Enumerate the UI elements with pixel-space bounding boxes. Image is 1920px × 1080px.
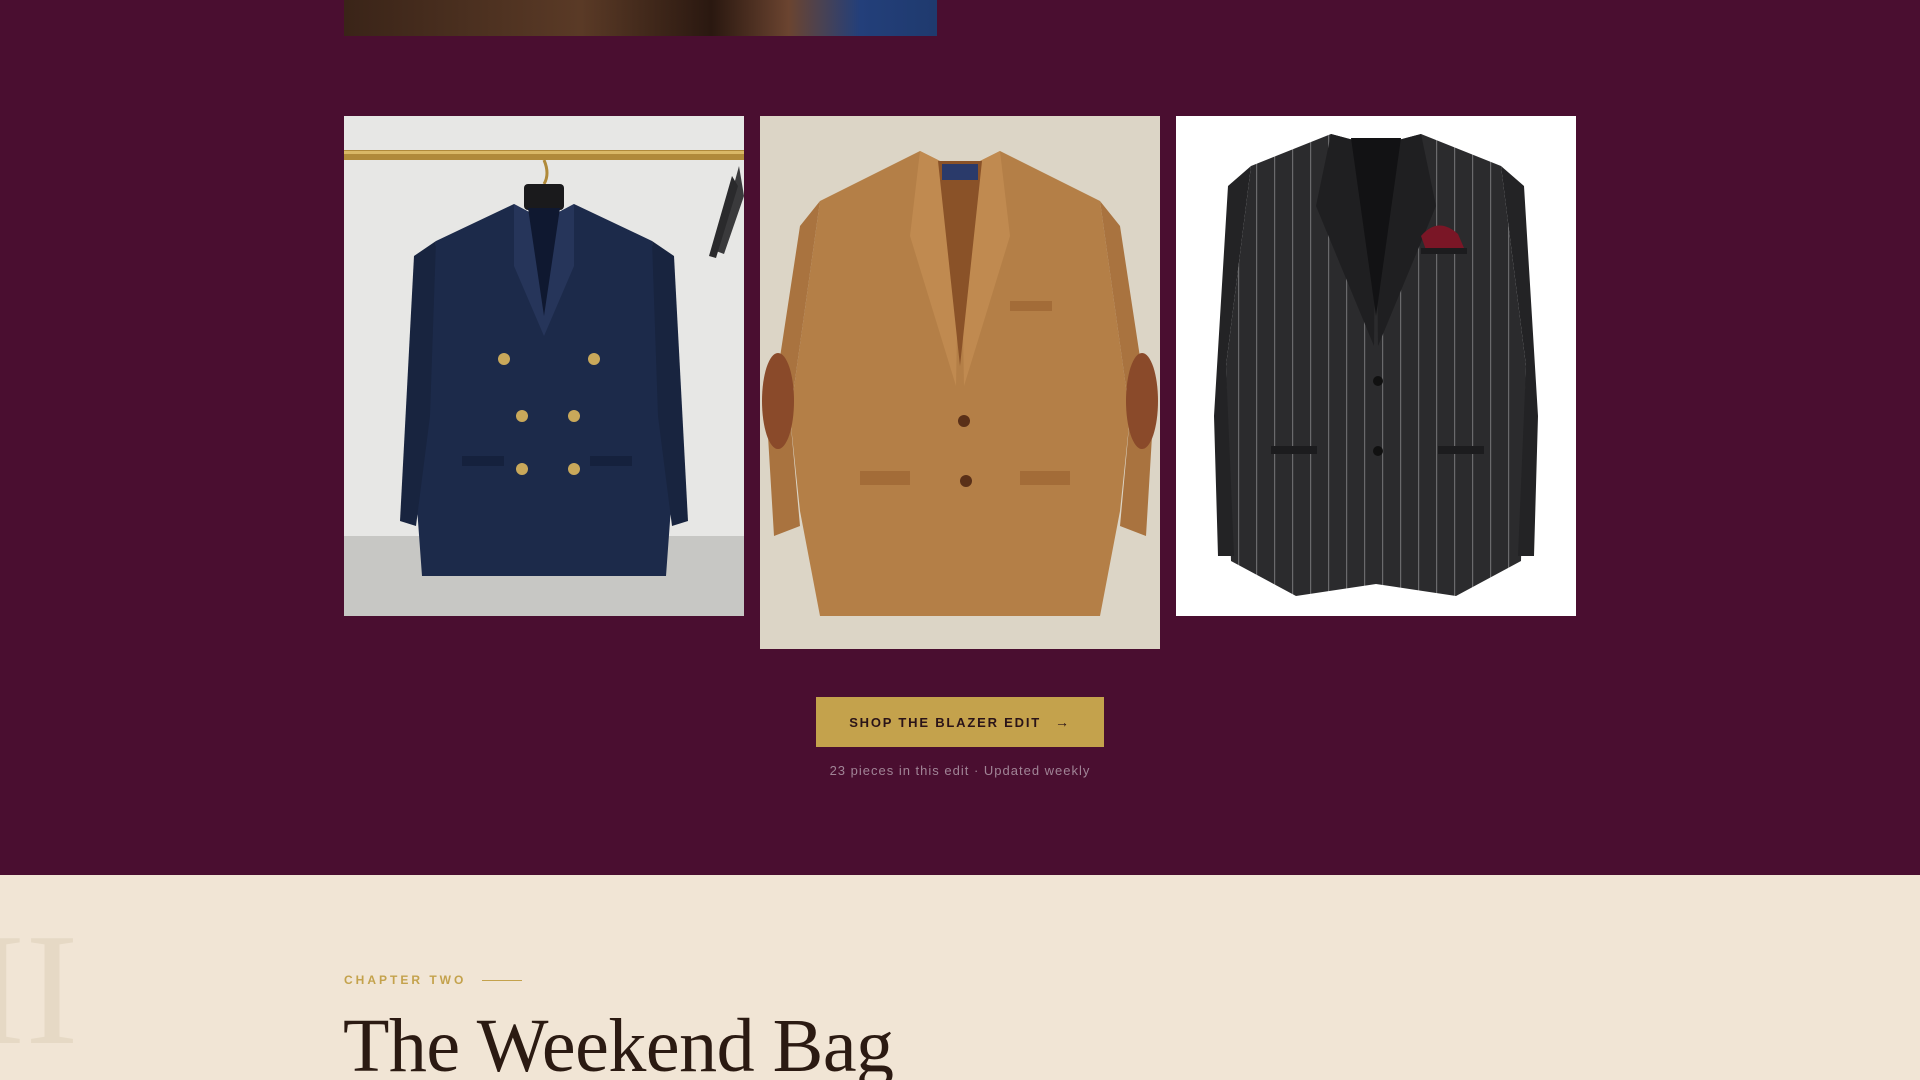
product-image-tweed-jacket[interactable] [760,116,1160,649]
chapter-eyebrow: CHAPTER TWO [344,973,523,987]
blazer-gallery [344,116,1576,650]
pinstripe-jacket-image [1176,116,1576,616]
chapter-two-section: II CHAPTER TWO The Weekend Bag [0,875,1920,1080]
product-image-pinstripe-jacket[interactable] [1176,116,1576,616]
cta-label: SHOP THE BLAZER EDIT [849,714,1041,730]
previous-feature-image[interactable] [344,0,937,36]
arrow-right-icon: → [1054,714,1071,730]
navy-blazer-image [344,116,744,616]
chapter-title: The Weekend Bag [343,1004,894,1080]
shop-blazer-edit-button[interactable]: SHOP THE BLAZER EDIT → [816,697,1104,747]
tweed-jacket-image [760,116,1160,649]
product-image-navy-blazer[interactable] [344,116,744,616]
chapter-eyebrow-label: CHAPTER TWO [344,973,467,987]
eyebrow-divider [482,979,523,981]
chapter-numeral: II [0,900,79,1078]
edit-count-note: 23 pieces in this edit · Updated weekly [829,763,1091,778]
